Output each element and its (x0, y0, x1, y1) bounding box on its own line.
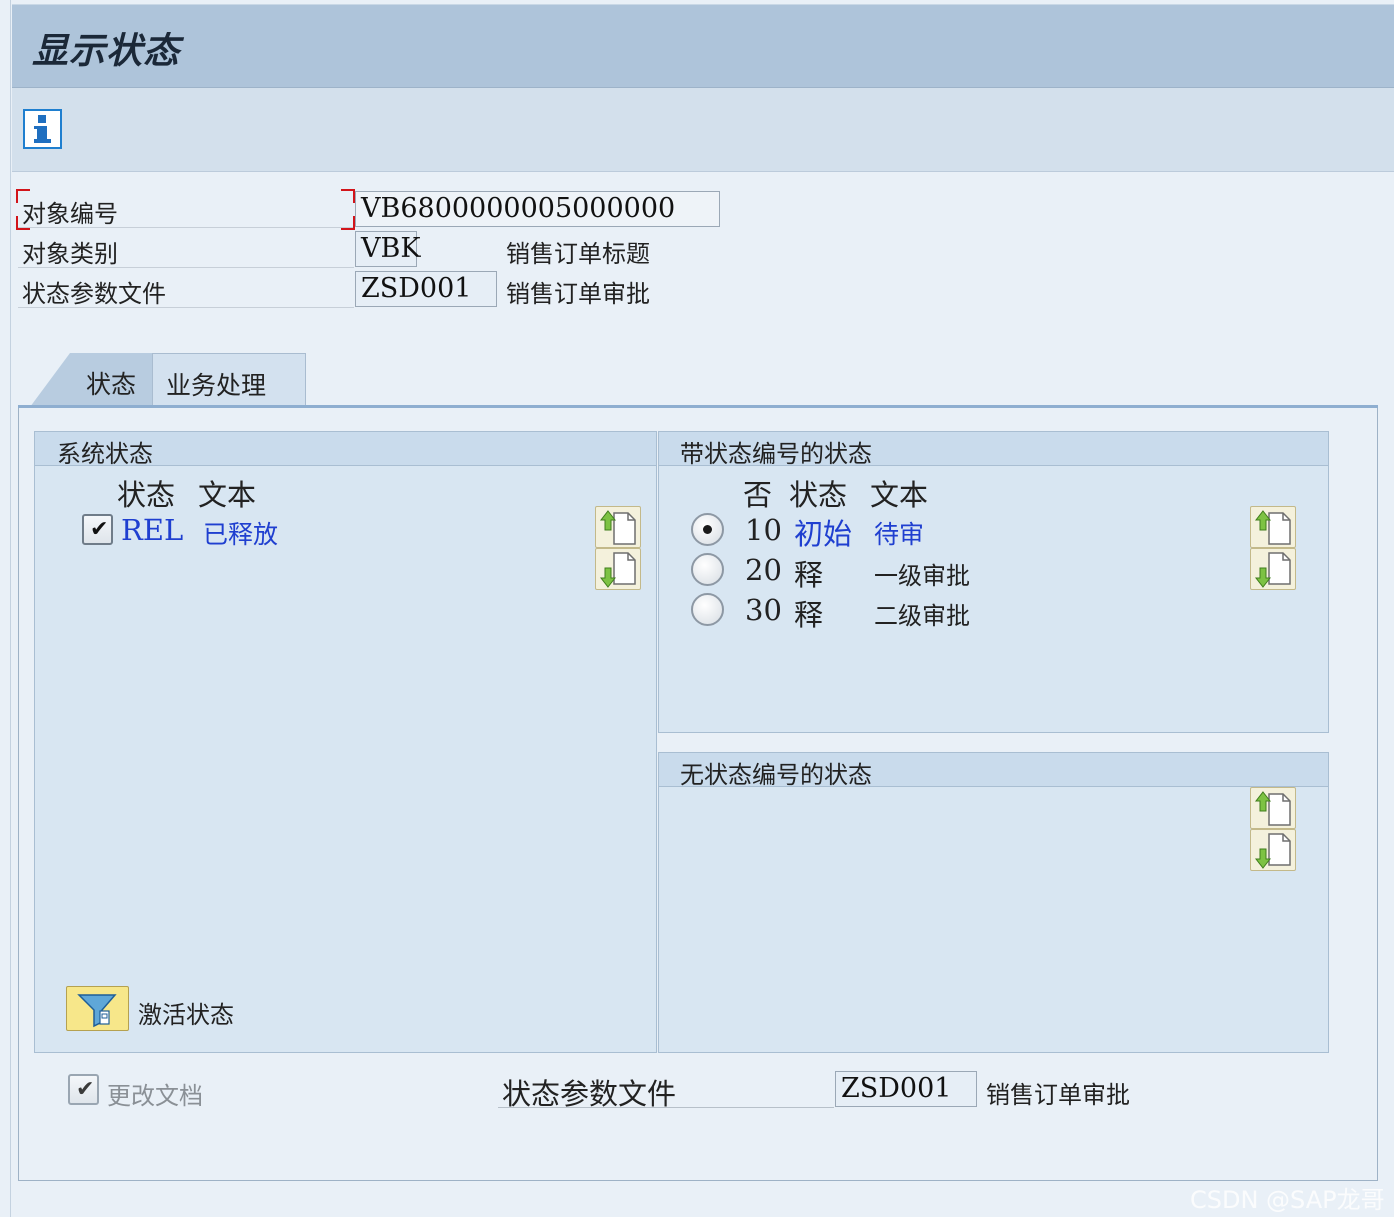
tab-business-processing[interactable]: 业务处理 (152, 353, 306, 407)
focus-corner (16, 189, 30, 203)
system-status-text[interactable]: 已释放 (203, 515, 278, 551)
focus-corner (16, 216, 30, 230)
activate-status-label: 激活状态 (138, 1001, 234, 1029)
divider (18, 267, 354, 268)
object-category-field[interactable]: VBK (355, 231, 421, 267)
divider (18, 227, 354, 228)
status-radio-10[interactable] (691, 513, 724, 546)
footer-status-profile-desc: 销售订单审批 (986, 1081, 1130, 1109)
tab-strip-line (18, 405, 1378, 408)
divider (18, 307, 354, 308)
object-number-label: 对象编号 (22, 200, 118, 228)
column-header-status: 状态 (789, 478, 848, 512)
status-profile-label: 状态参数文件 (22, 280, 166, 308)
numbered-status-title: 带状态编号的状态 (680, 440, 872, 468)
status-number: 10 (745, 513, 782, 547)
page-up-icon[interactable] (595, 506, 641, 548)
page-down-icon[interactable] (1250, 548, 1296, 590)
watermark: CSDN @SAP龙哥 (1190, 1186, 1385, 1214)
object-category-desc: 销售订单标题 (506, 240, 650, 268)
status-profile-field[interactable]: ZSD001 (355, 271, 497, 307)
divider (498, 1107, 834, 1108)
filter-icon (77, 994, 117, 1028)
column-header-no: 否 (743, 478, 773, 512)
tab-business-label: 业务处理 (166, 371, 267, 400)
info-icon[interactable] (23, 109, 62, 149)
page-down-icon[interactable] (595, 548, 641, 590)
change-docs-checkbox[interactable]: ✔ (68, 1074, 99, 1105)
status-code: 释 (794, 558, 824, 592)
page-down-icon[interactable] (1250, 829, 1296, 871)
focus-corner (341, 189, 355, 203)
status-radio-20[interactable] (691, 553, 724, 586)
status-number: 20 (745, 553, 782, 587)
unnumbered-status-group (658, 752, 1329, 1053)
page-title: 显示状态 (32, 30, 181, 72)
change-docs-label: 更改文档 (107, 1082, 203, 1110)
status-number: 30 (745, 593, 782, 627)
status-text: 一级审批 (874, 562, 970, 590)
footer-status-profile-field[interactable]: ZSD001 (835, 1071, 977, 1107)
toolbar (12, 88, 1394, 172)
page-up-icon[interactable] (1250, 506, 1296, 548)
system-status-checkbox[interactable]: ✔ (82, 514, 113, 545)
object-number-field[interactable]: VB6800000005000000 (355, 191, 720, 227)
title-bar (12, 4, 1394, 88)
status-text[interactable]: 待审 (874, 515, 924, 551)
page-up-icon[interactable] (1250, 787, 1296, 829)
system-status-title: 系统状态 (57, 440, 153, 468)
status-code[interactable]: 初始 (794, 511, 852, 553)
status-code: 释 (794, 598, 824, 632)
column-header-text: 文本 (198, 478, 257, 512)
column-header-status: 状态 (117, 478, 176, 512)
object-category-label: 对象类别 (22, 240, 118, 268)
activate-status-button[interactable] (66, 986, 129, 1031)
tab-status-label: 状态 (86, 370, 137, 399)
system-status-code[interactable]: REL (121, 513, 183, 547)
unnumbered-status-title: 无状态编号的状态 (680, 761, 872, 789)
focus-corner (341, 216, 355, 230)
status-radio-30[interactable] (691, 593, 724, 626)
status-profile-desc: 销售订单审批 (506, 280, 650, 308)
column-header-text: 文本 (870, 478, 929, 512)
status-text: 二级审批 (874, 602, 970, 630)
tab-status[interactable]: 状态 (30, 353, 152, 407)
